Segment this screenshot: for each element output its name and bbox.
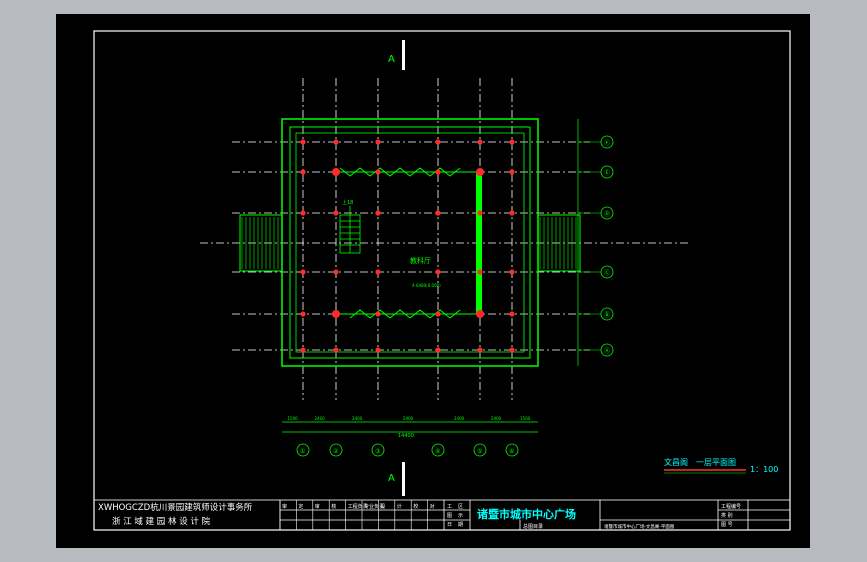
feature-wall — [476, 172, 482, 314]
axis-letter: Ⓐ — [604, 347, 610, 355]
column — [509, 311, 515, 317]
company-line-2: 浙 江 域 建 园 林 设 计 院 — [112, 516, 211, 527]
drawing-scale: 1：100 — [750, 465, 778, 474]
header-cell-label: 核 — [331, 503, 336, 510]
column — [476, 168, 484, 176]
column — [476, 310, 484, 318]
column — [435, 347, 441, 353]
right-cell-label: 类 别 — [721, 512, 733, 519]
column — [509, 269, 515, 275]
stair-label: 上18 — [342, 199, 353, 206]
column — [435, 169, 441, 175]
phase-label: 总图目录 — [523, 523, 543, 530]
column — [375, 169, 381, 175]
column — [435, 311, 441, 317]
column — [333, 347, 339, 353]
axis-number: ⑤ — [477, 448, 482, 455]
axis-number: ① — [300, 448, 305, 455]
dimension-label: 2400 — [315, 416, 326, 421]
column — [333, 210, 339, 216]
axis-letter: Ⓓ — [604, 210, 610, 218]
svg-text:A: A — [388, 473, 395, 484]
dimension-label: 2400 — [491, 416, 502, 421]
dimension-label: 2400 — [352, 416, 363, 421]
side-cell-label: 期 — [458, 522, 463, 528]
header-cell-label: 审 — [315, 503, 320, 510]
room-label: 教科厅 — [410, 256, 431, 265]
svg-text:A: A — [388, 54, 395, 65]
dimension-label: 1500 — [288, 416, 299, 421]
axis-letter: Ⓔ — [604, 169, 610, 177]
axis-letter: Ⓕ — [604, 139, 610, 147]
column — [477, 210, 483, 216]
right-cell-label: 图 号 — [721, 522, 733, 528]
axis-number: ③ — [375, 448, 380, 455]
side-cell-label: 日 — [447, 522, 452, 528]
header-cell-label: 计 — [397, 503, 402, 510]
column — [375, 269, 381, 275]
axis-letter: Ⓒ — [604, 269, 610, 277]
column — [375, 311, 381, 317]
sheet-background — [56, 14, 810, 548]
column — [300, 169, 306, 175]
dimension-label: 2400 — [454, 416, 465, 421]
company-line-1: XWHOGCZD杭川景园建筑师设计事务所 — [98, 502, 253, 513]
column — [332, 310, 340, 318]
column — [375, 347, 381, 353]
column — [509, 347, 515, 353]
column — [435, 139, 441, 145]
column — [300, 269, 306, 275]
header-cell-label: 定 — [298, 503, 303, 510]
right-cell-label: 工程编号 — [721, 503, 741, 510]
column — [509, 169, 515, 175]
side-cell-label: 图 — [447, 513, 452, 519]
column — [477, 269, 483, 275]
column — [375, 210, 381, 216]
dimension-label: 1500 — [520, 416, 531, 421]
column — [300, 311, 306, 317]
dimension-labels: 1500 2400 2400 2400 2400 2400 1500 — [288, 416, 531, 421]
column — [300, 347, 306, 353]
column — [509, 139, 515, 145]
column — [333, 139, 339, 145]
axis-number: ⑥ — [509, 448, 514, 455]
side-cell-label: 区 — [458, 504, 463, 510]
axis-letter: Ⓑ — [604, 311, 610, 319]
column — [333, 269, 339, 275]
column — [435, 269, 441, 275]
column — [477, 139, 483, 145]
project-name: 诸暨市城市中心广场 — [477, 507, 576, 521]
column — [477, 347, 483, 353]
header-cell-label: 校 — [413, 503, 418, 510]
side-cell-label: 工 — [447, 504, 452, 510]
axis-number: ② — [333, 448, 339, 455]
side-cell-label: 示 — [458, 513, 463, 519]
header-cell-label: 设 — [380, 503, 385, 510]
drawing-subtitle: 诸暨市城市中心广场·文昌阁·平面图 — [604, 523, 675, 530]
column — [300, 210, 306, 216]
column — [332, 168, 340, 176]
column — [509, 210, 515, 216]
axis-number: ④ — [435, 448, 440, 455]
level-note: 4-6480(0.000) — [412, 283, 441, 288]
column — [375, 139, 381, 145]
total-dimension: 14400 — [398, 433, 414, 439]
column — [300, 139, 306, 145]
header-cell-label: 审 — [282, 503, 287, 510]
drawing-title: 文昌阁 一层平面图 — [664, 457, 736, 467]
dimension-label: 2400 — [403, 416, 414, 421]
cad-viewport[interactable]: 上18 1500 2400 2400 2400 2400 2400 1500 14400 ①… — [0, 0, 867, 562]
header-cell-label: 对 — [430, 503, 435, 510]
column — [435, 210, 441, 216]
